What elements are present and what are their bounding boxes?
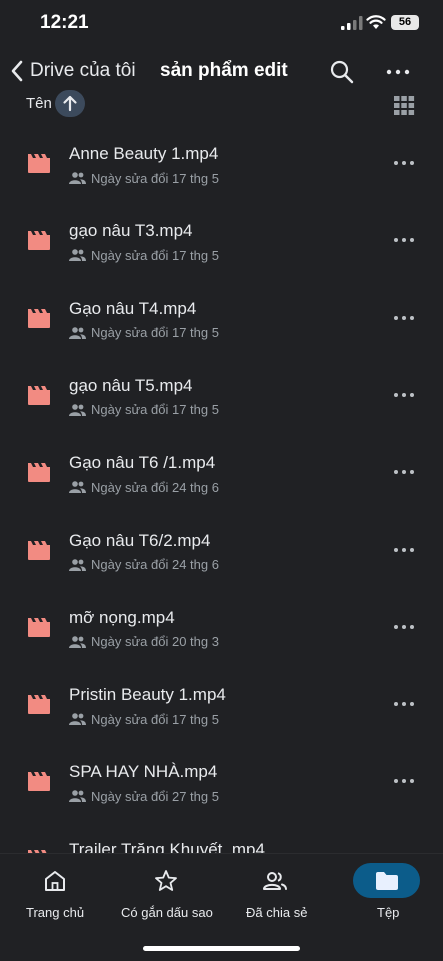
file-list-item[interactable]: Gạo nâu T4.mp4 Ngày sửa đổi 17 thg 5 — [0, 280, 443, 357]
nav-label-files: Tệp — [377, 905, 400, 920]
file-name: mỡ nọng.mp4 — [69, 607, 175, 627]
sort-row: Tên — [0, 90, 443, 118]
modified-date: Ngày sửa đổi 17 thg 5 — [91, 247, 219, 263]
nav-home[interactable]: Trang chủ — [18, 854, 92, 934]
status-bar: 12:21 56 — [0, 0, 443, 46]
video-file-icon — [28, 463, 50, 483]
search-icon[interactable] — [328, 58, 356, 86]
back-button[interactable]: Drive của tôi — [10, 54, 136, 88]
modified-date: Ngày sửa đổi 17 thg 5 — [91, 711, 219, 727]
video-file-icon — [28, 617, 50, 637]
chevron-left-icon — [11, 60, 23, 82]
video-file-icon — [28, 308, 50, 328]
video-file-icon — [28, 695, 50, 715]
battery-indicator: 56 — [391, 15, 419, 30]
nav-files[interactable]: Tệp — [353, 854, 420, 934]
file-metadata: Ngày sửa đổi 17 thg 5 — [69, 325, 219, 341]
file-name: Pristin Beauty 1.mp4 — [69, 685, 226, 705]
more-options-icon[interactable] — [388, 383, 420, 407]
modified-date: Ngày sửa đổi 17 thg 5 — [91, 402, 219, 418]
shared-people-icon — [69, 481, 86, 494]
file-list-item[interactable]: Pristin Beauty 1.mp4 Ngày sửa đổi 17 thg … — [0, 666, 443, 743]
grid-view-icon[interactable] — [393, 94, 415, 116]
shared-people-icon — [69, 249, 86, 262]
top-app-bar: Drive của tôi sản phẩm edit — [0, 50, 443, 92]
video-file-icon — [28, 540, 50, 560]
shared-people-icon — [263, 872, 287, 890]
shared-people-icon — [69, 326, 86, 339]
file-metadata: Ngày sửa đổi 24 thg 6 — [69, 479, 219, 495]
file-list-item[interactable]: gạo nâu T5.mp4 Ngày sửa đổi 17 thg 5 — [0, 357, 443, 434]
file-name: gạo nâu T5.mp4 — [69, 375, 193, 395]
shared-people-icon — [69, 558, 86, 571]
sort-label[interactable]: Tên — [26, 95, 52, 112]
video-file-icon — [28, 154, 50, 173]
more-options-icon[interactable] — [388, 460, 420, 484]
modified-date: Ngày sửa đổi 27 thg 5 — [91, 788, 219, 804]
file-list-item[interactable]: Gạo nâu T6/2.mp4 Ngày sửa đổi 24 thg 6 — [0, 512, 443, 589]
bottom-navigation: Trang chủ Có gắn dấu sao Đã chia sẻ Tệp — [0, 853, 443, 961]
more-options-icon[interactable] — [388, 151, 420, 175]
nav-label-shared: Đã chia sẻ — [246, 905, 308, 920]
nav-shared[interactable]: Đã chia sẻ — [240, 854, 315, 934]
video-file-icon — [28, 772, 50, 792]
modified-date: Ngày sửa đổi 17 thg 5 — [91, 170, 219, 186]
more-options-icon[interactable] — [388, 228, 420, 252]
more-options-icon[interactable] — [388, 769, 420, 793]
shared-people-icon — [69, 790, 86, 803]
more-options-icon[interactable] — [384, 58, 412, 86]
file-name: gạo nâu T3.mp4 — [69, 221, 193, 241]
modified-date: Ngày sửa đổi 17 thg 5 — [91, 325, 219, 341]
file-list-item[interactable]: Trailer Trăng Khuyết .mp4 — [0, 821, 443, 853]
file-list-item[interactable]: SPA HAY NHÀ.mp4 Ngày sửa đổi 27 thg 5 — [0, 743, 443, 820]
video-file-icon — [28, 231, 50, 251]
star-icon — [155, 870, 177, 891]
file-list: Anne Beauty 1.mp4 Ngày sửa đổi 17 thg 5 gạ… — [0, 125, 443, 853]
file-metadata: Ngày sửa đổi 17 thg 5 — [69, 711, 219, 727]
shared-people-icon — [69, 404, 86, 416]
file-name: Anne Beauty 1.mp4 — [69, 144, 219, 163]
home-indicator[interactable] — [143, 946, 300, 951]
nav-starred[interactable]: Có gắn dấu sao — [115, 854, 220, 934]
folder-icon — [376, 872, 398, 890]
file-metadata: Ngày sửa đổi 17 thg 5 — [69, 170, 219, 186]
file-list-item[interactable]: Gạo nâu T6 /1.mp4 Ngày sửa đổi 24 thg 6 — [0, 434, 443, 511]
back-label: Drive của tôi — [30, 60, 136, 81]
modified-date: Ngày sửa đổi 24 thg 6 — [91, 557, 219, 572]
file-name: Gạo nâu T4.mp4 — [69, 298, 197, 318]
file-metadata: Ngày sửa đổi 20 thg 3 — [69, 634, 219, 650]
more-options-icon[interactable] — [388, 306, 420, 330]
nav-label-home: Trang chủ — [26, 905, 85, 920]
more-options-icon[interactable] — [388, 692, 420, 716]
cellular-signal-icon — [341, 16, 363, 30]
file-name: Trailer Trăng Khuyết .mp4 — [69, 839, 265, 853]
file-metadata: Ngày sửa đổi 17 thg 5 — [69, 247, 219, 263]
file-metadata: Ngày sửa đổi 17 thg 5 — [69, 402, 219, 418]
shared-people-icon — [69, 172, 86, 184]
arrow-up-icon — [63, 95, 77, 112]
modified-date: Ngày sửa đổi 20 thg 3 — [91, 634, 219, 650]
home-icon — [45, 871, 65, 891]
page-title: sản phẩm edit — [160, 60, 288, 81]
modified-date: Ngày sửa đổi 24 thg 6 — [91, 479, 219, 495]
file-list-item[interactable]: gạo nâu T3.mp4 Ngày sửa đổi 17 thg 5 — [0, 202, 443, 279]
status-time: 12:21 — [40, 12, 89, 33]
file-list-item[interactable]: Anne Beauty 1.mp4 Ngày sửa đổi 17 thg 5 — [0, 125, 443, 202]
sort-direction-button[interactable] — [55, 90, 85, 117]
file-name: Gạo nâu T6/2.mp4 — [69, 530, 211, 550]
video-file-icon — [28, 385, 50, 405]
file-name: Gạo nâu T6 /1.mp4 — [69, 453, 216, 473]
file-list-item[interactable]: mỡ nọng.mp4 Ngày sửa đổi 20 thg 3 — [0, 589, 443, 666]
nav-label-starred: Có gắn dấu sao — [121, 905, 213, 920]
more-options-icon[interactable] — [388, 538, 420, 562]
file-metadata: Ngày sửa đổi 27 thg 5 — [69, 788, 219, 804]
file-metadata: Ngày sửa đổi 24 thg 6 — [69, 557, 219, 573]
file-name: SPA HAY NHÀ.mp4 — [69, 762, 218, 782]
more-options-icon[interactable] — [388, 615, 420, 639]
shared-people-icon — [69, 635, 86, 648]
wifi-icon — [366, 15, 386, 29]
shared-people-icon — [69, 713, 86, 726]
